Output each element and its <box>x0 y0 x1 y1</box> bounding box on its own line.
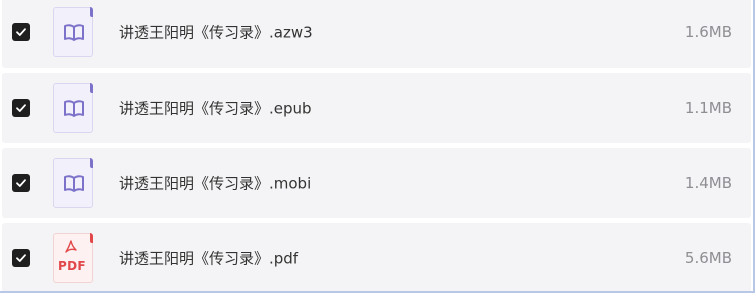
checkbox-checked[interactable] <box>12 174 30 192</box>
file-size: 1.4MB <box>684 174 732 192</box>
file-list: 讲透王阳明《传习录》.azw3 1.6MB 讲透王阳明《传习录》.epub 1.… <box>0 0 755 293</box>
file-size: 1.1MB <box>684 99 732 117</box>
file-name: 讲透王阳明《传习录》.mobi <box>119 174 312 193</box>
book-icon <box>53 83 93 133</box>
file-row-epub[interactable]: 讲透王阳明《传习录》.epub 1.1MB <box>2 73 751 143</box>
pdf-icon-label: PDF <box>58 259 86 273</box>
file-name: 讲透王阳明《传习录》.azw3 <box>119 23 313 42</box>
file-size: 1.6MB <box>684 23 732 41</box>
file-row-azw3[interactable]: 讲透王阳明《传习录》.azw3 1.6MB <box>2 0 751 68</box>
checkbox-checked[interactable] <box>12 23 30 41</box>
book-icon <box>53 158 93 208</box>
file-size: 5.6MB <box>684 249 732 267</box>
checkbox-checked[interactable] <box>12 99 30 117</box>
file-name: 讲透王阳明《传习录》.epub <box>119 99 312 118</box>
pdf-icon: PDF <box>53 233 93 283</box>
file-row-pdf[interactable]: PDF 讲透王阳明《传习录》.pdf 5.6MB <box>2 223 751 293</box>
book-icon <box>53 7 93 57</box>
checkbox-checked[interactable] <box>12 249 30 267</box>
file-row-mobi[interactable]: 讲透王阳明《传习录》.mobi 1.4MB <box>2 148 751 218</box>
file-name: 讲透王阳明《传习录》.pdf <box>119 249 299 268</box>
